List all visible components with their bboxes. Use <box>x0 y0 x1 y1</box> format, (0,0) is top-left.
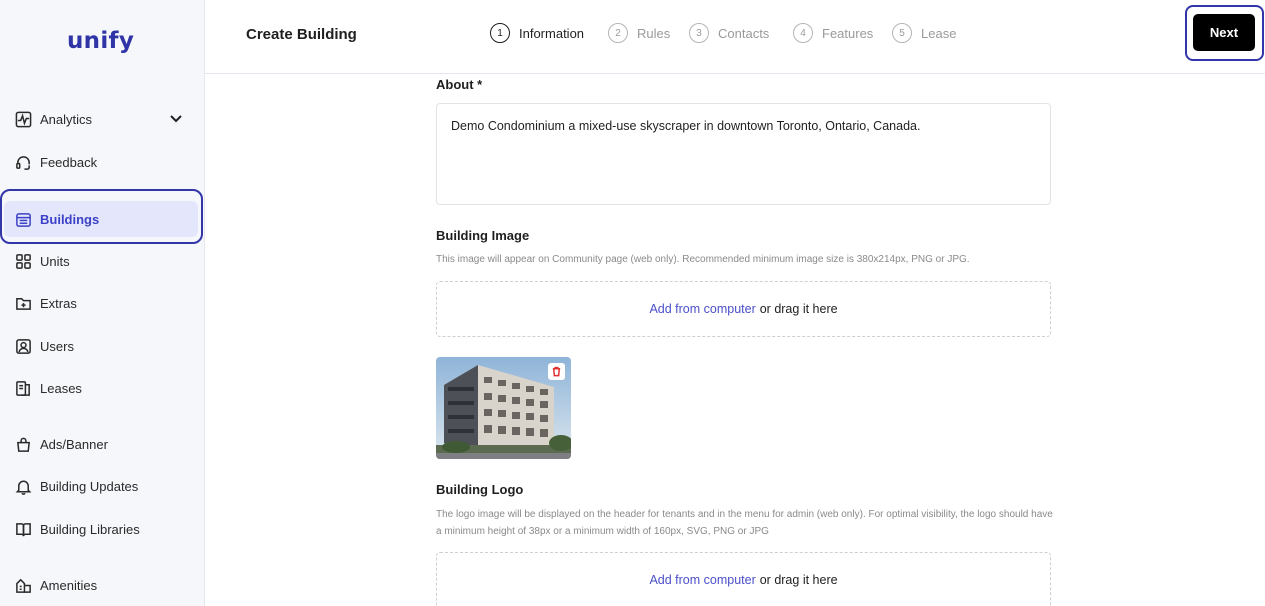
step-contacts[interactable]: 3 Contacts <box>689 23 769 43</box>
sidebar-item-label: Building Updates <box>40 478 139 494</box>
sidebar-item-units[interactable]: Units <box>14 246 70 276</box>
top-header: Create Building 1 Information 2 Rules 3 … <box>205 0 1265 74</box>
about-textarea[interactable]: Demo Condominium a mixed-use skyscraper … <box>436 103 1051 205</box>
folder-plus-icon <box>14 294 32 312</box>
about-value: Demo Condominium a mixed-use skyscraper … <box>451 119 921 133</box>
delete-image-button[interactable] <box>548 363 565 380</box>
about-label: About * <box>436 77 483 92</box>
user-square-icon <box>14 337 32 355</box>
sidebar-item-ads-banner[interactable]: Ads/Banner <box>14 429 108 459</box>
sidebar-item-label: Amenities <box>40 577 98 593</box>
sidebar: unify Analytics Feedback Buildings Units… <box>0 0 205 606</box>
building-logo-dropzone[interactable]: Add from computer or drag it here <box>436 552 1051 606</box>
building-icon <box>14 210 32 228</box>
drag-hint-text: or drag it here <box>759 573 838 587</box>
add-from-computer-link[interactable]: Add from computer <box>649 573 755 587</box>
building-image-label: Building Image <box>436 228 530 243</box>
sidebar-item-buildings[interactable]: Buildings <box>14 204 99 234</box>
bell-icon <box>14 477 32 495</box>
page-title: Create Building <box>246 26 357 43</box>
step-features[interactable]: 4 Features <box>793 23 873 43</box>
building-logo-hint: The logo image will be displayed on the … <box>436 509 1053 537</box>
step-number: 5 <box>892 23 912 43</box>
sidebar-item-feedback[interactable]: Feedback <box>14 147 97 177</box>
step-number: 2 <box>608 23 628 43</box>
sidebar-item-label: Ads/Banner <box>40 436 108 452</box>
building-logo-label: Building Logo <box>436 482 524 497</box>
step-number: 4 <box>793 23 813 43</box>
sidebar-item-building-updates[interactable]: Building Updates <box>14 471 138 501</box>
step-label: Rules <box>637 25 671 41</box>
step-label: Information <box>519 25 585 41</box>
headset-icon <box>14 153 32 171</box>
step-number: 3 <box>689 23 709 43</box>
sidebar-item-label: Leases <box>40 380 82 396</box>
grid-icon <box>14 252 32 270</box>
app-logo: unify <box>67 28 135 54</box>
step-lease[interactable]: 5 Lease <box>892 23 956 43</box>
sidebar-item-label: Extras <box>40 295 77 311</box>
step-rules[interactable]: 2 Rules <box>608 23 670 43</box>
step-number: 1 <box>490 23 510 43</box>
building-image-dropzone[interactable]: Add from computer or drag it here <box>436 281 1051 337</box>
activity-icon <box>14 110 32 128</box>
drag-hint-text: or drag it here <box>759 302 838 316</box>
sidebar-item-label: Analytics <box>40 111 93 127</box>
sidebar-item-label: Buildings <box>40 211 100 227</box>
step-label: Lease <box>921 25 957 41</box>
sidebar-item-label: Users <box>40 338 74 354</box>
bag-icon <box>14 435 32 453</box>
add-from-computer-link[interactable]: Add from computer <box>649 302 755 316</box>
sidebar-item-extras[interactable]: Extras <box>14 288 77 318</box>
amenities-icon <box>14 576 32 594</box>
sidebar-item-leases[interactable]: Leases <box>14 373 82 403</box>
step-information[interactable]: 1 Information <box>490 23 584 43</box>
sidebar-item-building-libraries[interactable]: Building Libraries <box>14 514 140 544</box>
sidebar-item-amenities[interactable]: Amenities <box>14 570 97 600</box>
next-button[interactable]: Next <box>1193 14 1255 51</box>
sidebar-item-label: Building Libraries <box>40 521 140 537</box>
trash-icon <box>552 366 561 377</box>
step-label: Contacts <box>718 25 770 41</box>
sidebar-item-label: Units <box>40 253 70 269</box>
sidebar-item-users[interactable]: Users <box>14 331 74 361</box>
chevron-down-icon[interactable] <box>168 110 186 128</box>
sidebar-item-label: Feedback <box>40 154 98 170</box>
step-label: Features <box>822 25 874 41</box>
building-image-hint: This image will appear on Community page… <box>436 254 970 265</box>
book-open-icon <box>14 520 32 538</box>
document-stack-icon <box>14 379 32 397</box>
sidebar-item-analytics[interactable]: Analytics <box>14 104 92 134</box>
